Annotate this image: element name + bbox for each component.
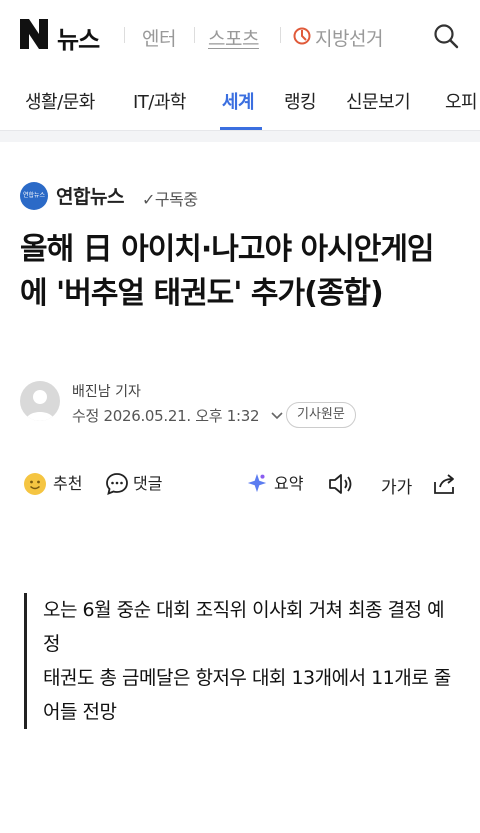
- font-size-button[interactable]: 가가: [381, 473, 412, 498]
- nav-sports[interactable]: 스포츠: [208, 24, 259, 51]
- tab-opinion[interactable]: 오피: [445, 88, 478, 114]
- tab-newspaper[interactable]: 신문보기: [346, 88, 411, 114]
- tab-ranking[interactable]: 랭킹: [284, 88, 317, 114]
- divider: [124, 27, 125, 43]
- article-title: 올해 日 아이치·나고야 아시안게임에 '버추얼 태권도' 추가(종합): [20, 232, 435, 311]
- summary-line: 오는 6월 중순 대회 조직위 이사회 거쳐 최종 결정 예정: [43, 599, 445, 655]
- news-logo-text[interactable]: 뉴스: [57, 20, 100, 55]
- search-icon[interactable]: [432, 22, 460, 50]
- subscribe-status-button[interactable]: ✓구독중: [142, 186, 198, 210]
- updated-timestamp[interactable]: 수정 2026.05.21. 오후 1:32: [72, 405, 284, 426]
- ai-summary-icon[interactable]: [246, 472, 268, 494]
- nav-entertainment[interactable]: 엔터: [142, 24, 176, 51]
- press-name[interactable]: 연합뉴스: [56, 182, 124, 209]
- share-icon[interactable]: [432, 472, 458, 496]
- press-logo[interactable]: 연합뉴스: [20, 182, 48, 210]
- person-icon: [26, 390, 54, 421]
- speaker-icon[interactable]: [327, 472, 353, 496]
- divider: [194, 27, 195, 43]
- article-summary: 오는 6월 중순 대회 조직위 이사회 거쳐 최종 결정 예정 태권도 총 금메…: [24, 593, 460, 729]
- category-tabs: 생활/문화 IT/과학 세계 랭킹 신문보기 오피: [0, 72, 480, 130]
- section-divider: [0, 130, 480, 142]
- original-article-button[interactable]: 기사원문: [286, 402, 356, 428]
- comment-button[interactable]: 댓글: [133, 470, 162, 494]
- recommend-button[interactable]: 추천: [53, 470, 82, 494]
- chevron-down-icon: [271, 412, 283, 420]
- smile-icon[interactable]: [23, 472, 47, 496]
- election-icon: [293, 27, 311, 45]
- top-bar: 뉴스 엔터 스포츠 지방선거: [0, 0, 480, 72]
- divider: [280, 27, 281, 43]
- tab-world[interactable]: 세계: [222, 88, 255, 114]
- tab-it-science[interactable]: IT/과학: [133, 88, 187, 114]
- nav-local-election[interactable]: 지방선거: [315, 24, 383, 51]
- summary-line: 태권도 총 금메달은 항저우 대회 13개에서 11개로 줄어들 전망: [43, 667, 451, 723]
- summary-button[interactable]: 요약: [274, 470, 303, 494]
- timestamp-text: 수정 2026.05.21. 오후 1:32: [72, 407, 260, 425]
- comment-icon[interactable]: [105, 472, 129, 496]
- reporter-avatar[interactable]: [20, 381, 60, 421]
- naver-logo-icon[interactable]: [20, 19, 48, 49]
- reporter-name[interactable]: 배진남 기자: [72, 381, 141, 401]
- tab-life-culture[interactable]: 생활/문화: [25, 88, 95, 114]
